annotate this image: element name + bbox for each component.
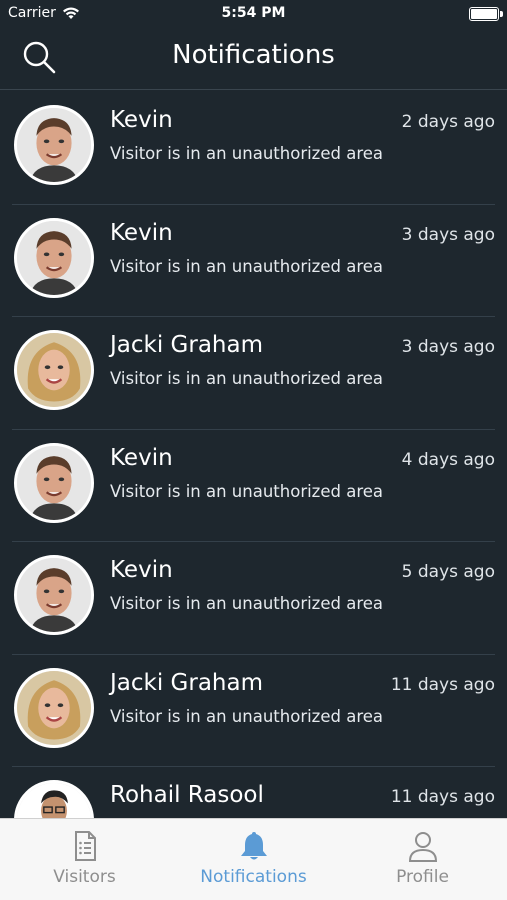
tab-profile[interactable]: Profile bbox=[338, 819, 507, 900]
avatar bbox=[14, 330, 94, 410]
visitor-name: Kevin bbox=[110, 219, 173, 246]
visitor-name: Jacki Graham bbox=[110, 669, 263, 696]
notification-time: 2 days ago bbox=[401, 112, 495, 132]
tab-bar: Visitors Notifications Profile bbox=[0, 818, 507, 900]
header: Notifications bbox=[0, 28, 507, 90]
tab-label: Visitors bbox=[53, 867, 116, 887]
visitor-name: Kevin bbox=[110, 444, 173, 471]
notification-message: Visitor is in an unauthorized area bbox=[110, 369, 384, 388]
notification-message: Visitor is in an unauthorized area bbox=[110, 481, 384, 501]
notification-row[interactable]: Kevin 5 days ago Visitor is in an unauthor… bbox=[12, 542, 495, 655]
notification-time: 11 days ago bbox=[390, 787, 495, 807]
battery-icon bbox=[469, 7, 499, 21]
notification-time: 3 days ago bbox=[401, 224, 495, 245]
avatar bbox=[14, 555, 94, 635]
notification-time: 3 days ago bbox=[401, 337, 495, 357]
notification-time: 4 days ago bbox=[401, 449, 495, 470]
avatar bbox=[14, 667, 94, 748]
visitor-name: Rohail Rasool bbox=[110, 782, 264, 808]
avatar bbox=[14, 442, 94, 523]
notification-row[interactable]: Kevin 3 days ago Visitor is in an unauthor… bbox=[12, 205, 495, 317]
visitor-name: Kevin bbox=[110, 557, 173, 583]
page-title: Notifications bbox=[172, 40, 335, 70]
tab-label: Notifications bbox=[200, 867, 307, 887]
battery-tip bbox=[500, 11, 503, 17]
tab-visitors[interactable]: Visitors bbox=[0, 819, 169, 900]
status-bar: Carrier 5:54 PM bbox=[0, 0, 507, 28]
avatar bbox=[14, 780, 94, 818]
notification-row[interactable]: Jacki Graham 3 days ago Visitor is in an u… bbox=[12, 317, 495, 430]
document-list-icon bbox=[74, 831, 96, 861]
avatar bbox=[14, 217, 94, 298]
tab-label: Profile bbox=[396, 867, 449, 887]
avatar bbox=[14, 105, 94, 185]
notification-row[interactable]: Rohail Rasool 11 days ago bbox=[12, 767, 495, 818]
tab-notifications[interactable]: Notifications bbox=[169, 819, 338, 900]
notification-time: 5 days ago bbox=[401, 562, 495, 582]
status-time: 5:54 PM bbox=[221, 5, 286, 21]
notification-row[interactable]: Kevin 4 days ago Visitor is in an unauthor… bbox=[12, 430, 495, 542]
notification-message: Visitor is in an unauthorized area bbox=[110, 256, 384, 276]
person-icon bbox=[408, 832, 437, 862]
notification-message: Visitor is in an unauthorized area bbox=[110, 706, 384, 726]
visitor-name: Kevin bbox=[110, 107, 173, 133]
notification-message: Visitor is in an unauthorized area bbox=[110, 144, 384, 163]
notification-list: Kevin 2 days ago Visitor is in an unauthor… bbox=[0, 92, 507, 818]
notification-message: Visitor is in an unauthorized area bbox=[110, 594, 384, 613]
notification-time: 11 days ago bbox=[390, 674, 495, 695]
visitor-name: Jacki Graham bbox=[110, 332, 263, 358]
notification-row[interactable]: Kevin 2 days ago Visitor is in an unauthor… bbox=[12, 92, 495, 205]
bell-icon bbox=[240, 832, 267, 860]
notification-row[interactable]: Jacki Graham 11 days ago Visitor is in an … bbox=[12, 655, 495, 767]
